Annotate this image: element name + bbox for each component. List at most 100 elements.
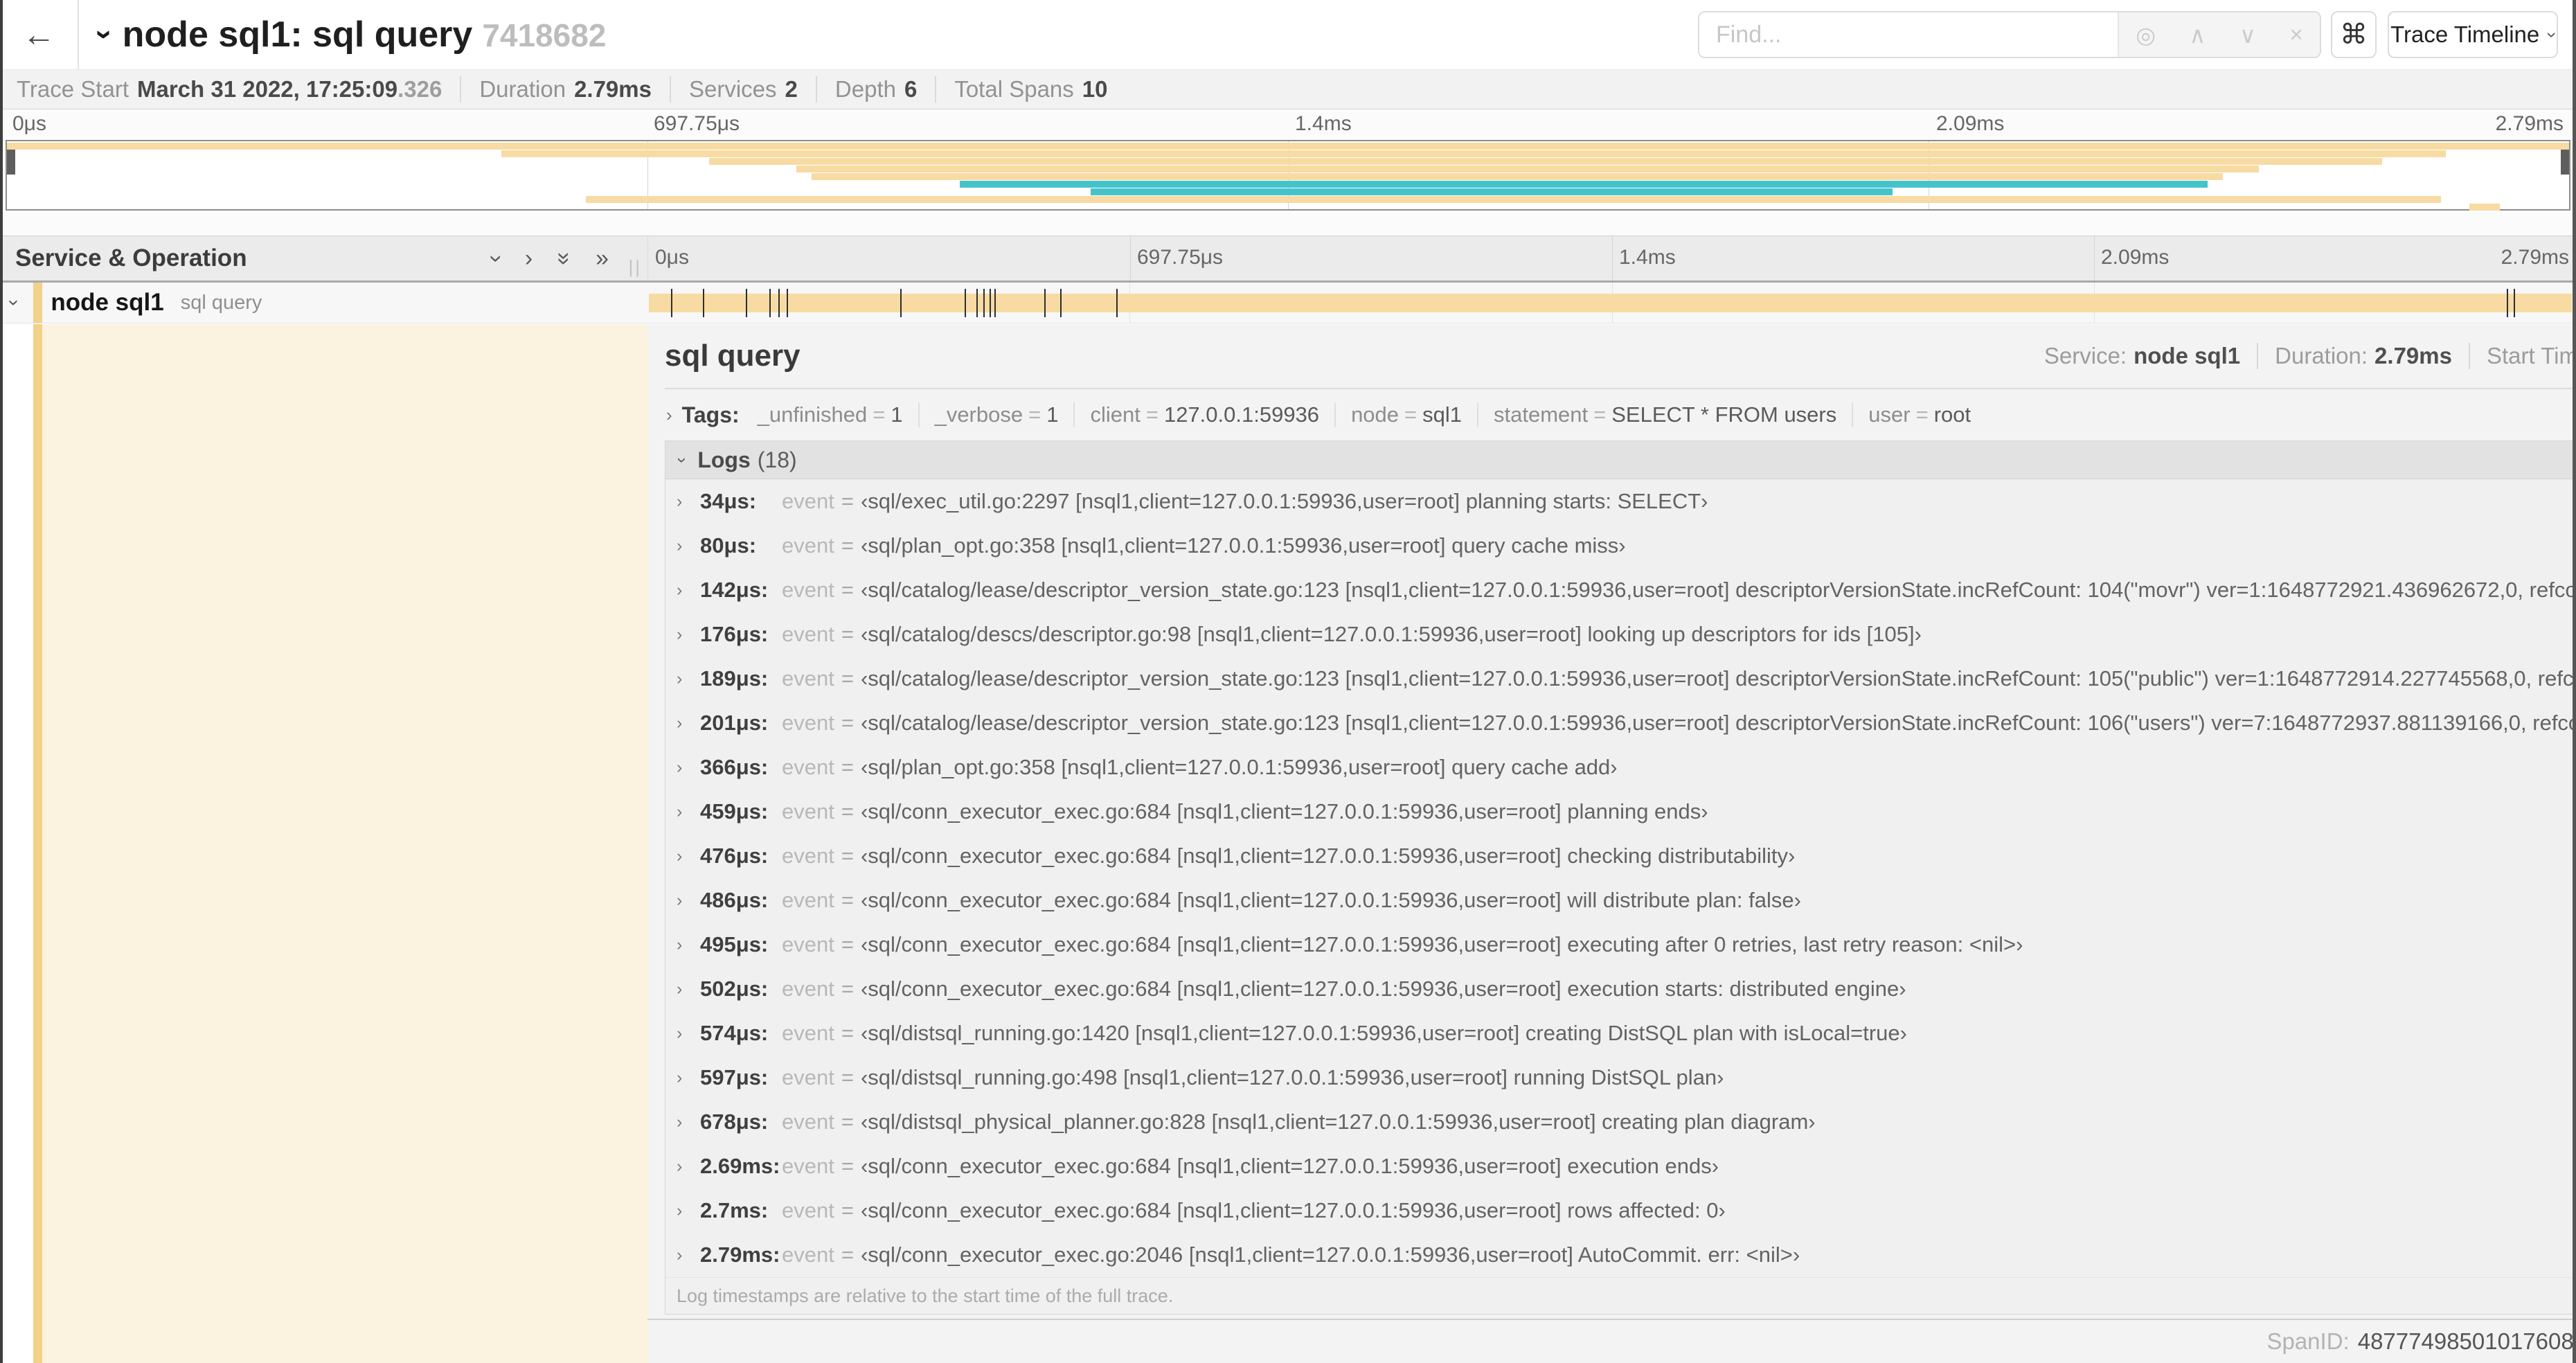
log-marker-tick <box>1044 289 1046 317</box>
log-row[interactable]: › 142μs: event = ‹sql/catalog/lease/desc… <box>665 568 2576 612</box>
meta-value: March 31 2022, 17:25:09.326 <box>137 76 442 102</box>
log-row[interactable]: › 189μs: event = ‹sql/catalog/lease/desc… <box>665 657 2576 701</box>
trace-collapse-chevron-icon[interactable]: › <box>87 30 122 40</box>
ruler-tick-label: 697.75μs <box>1137 246 1224 269</box>
span-collapse-chevron-icon[interactable]: › <box>3 299 26 305</box>
minimap-span-bar <box>811 173 2224 180</box>
minimap-canvas[interactable] <box>6 140 2570 211</box>
log-timestamp: 80μs: <box>700 533 757 558</box>
meta-label: Duration <box>479 76 566 102</box>
log-row[interactable]: › 502μs: event = ‹sql/conn_executor_exec… <box>665 967 2576 1011</box>
back-button[interactable]: ← <box>0 0 79 69</box>
chevron-right-icon: › <box>666 404 672 425</box>
log-timestamp: 34μs: <box>700 489 757 513</box>
log-equals: = <box>841 533 854 558</box>
log-field-key: event <box>782 1065 834 1089</box>
log-field-value: ‹sql/conn_executor_exec.go:684 [nsql1,cl… <box>860 799 1708 823</box>
minimap-span-bar <box>796 166 2260 172</box>
log-field-value: ‹sql/exec_util.go:2297 [nsql1,client=127… <box>860 489 1708 513</box>
log-row[interactable]: › 574μs: event = ‹sql/distsql_running.go… <box>665 1011 2576 1055</box>
log-equals: = <box>841 1154 854 1178</box>
log-row[interactable]: › 2.7ms: event = ‹sql/conn_executor_exec… <box>665 1188 2576 1233</box>
span-summary-item: Start Time:0μs <box>2468 343 2576 369</box>
logs-section: › Logs (18) › 34μs: event = ‹sql/exec_ut… <box>665 440 2576 1315</box>
find-input[interactable] <box>1699 12 2118 57</box>
collapse-all-icon[interactable]: » <box>551 252 578 265</box>
span-row[interactable]: › node sql1 sql query <box>0 283 2576 323</box>
log-row[interactable]: › 2.79ms: event = ‹sql/conn_executor_exe… <box>665 1233 2576 1277</box>
ruler-tick-label: 2.09ms <box>1936 112 2005 135</box>
log-timestamp: 476μs: <box>700 844 769 868</box>
chevron-right-icon: › <box>677 846 683 866</box>
meta-label: Services <box>689 76 777 102</box>
span-summary: Service: node sql1 Duration: 2.79ms Start … <box>2028 343 2576 369</box>
chevron-right-icon: › <box>677 979 683 999</box>
top-bar: ← › node sql1: sql query7418682 ◎ ∧ ∨ × … <box>0 0 2576 69</box>
log-field-key: event <box>782 888 834 912</box>
log-equals: = <box>841 489 854 513</box>
log-row[interactable]: › 80μs: event = ‹sql/plan_opt.go:358 [ns… <box>665 524 2576 568</box>
span-timeline-cell[interactable] <box>647 283 2576 323</box>
log-marker-tick <box>1116 289 1118 317</box>
column-resize-grip[interactable]: || <box>628 256 642 278</box>
trace-id: 7418682 <box>482 17 607 53</box>
log-row[interactable]: › 486μs: event = ‹sql/conn_executor_exec… <box>665 878 2576 923</box>
logs-count: (18) <box>757 447 797 472</box>
collapse-one-icon[interactable]: › <box>483 254 510 262</box>
log-row[interactable]: › 176μs: event = ‹sql/catalog/descs/desc… <box>665 612 2576 657</box>
log-field-value: ‹sql/conn_executor_exec.go:684 [nsql1,cl… <box>860 844 1796 868</box>
tag-item: node = sql1 <box>1334 402 1477 427</box>
log-field-key: event <box>782 755 834 779</box>
trace-meta-item: Services 2 <box>670 76 816 103</box>
command-icon: ⌘ <box>2340 19 2368 50</box>
log-timestamp: 201μs: <box>700 711 769 735</box>
log-row[interactable]: › 34μs: event = ‹sql/exec_util.go:2297 [… <box>665 479 2576 524</box>
trace-view-dropdown[interactable]: Trace Timeline › <box>2388 11 2563 58</box>
log-equals: = <box>841 1110 854 1134</box>
log-row[interactable]: › 597μs: event = ‹sql/distsql_running.go… <box>665 1055 2576 1100</box>
ruler-tick-label: 2.09ms <box>2101 246 2170 269</box>
keyboard-shortcuts-button[interactable]: ⌘ <box>2331 11 2377 58</box>
tags-list: _unfinished = 1 _verbose = 1 client = 127.0.0.… <box>742 402 1986 427</box>
log-row[interactable]: › 476μs: event = ‹sql/conn_executor_exec… <box>665 834 2576 878</box>
jaeger-trace-page: ← › node sql1: sql query7418682 ◎ ∧ ∨ × … <box>0 0 2576 1363</box>
find-prev-icon[interactable]: ∧ <box>2189 21 2206 48</box>
log-row[interactable]: › 459μs: event = ‹sql/conn_executor_exec… <box>665 790 2576 834</box>
span-summary-item: Service: node sql1 <box>2043 343 2241 368</box>
log-row[interactable]: › 201μs: event = ‹sql/catalog/lease/desc… <box>665 701 2576 745</box>
find-next-icon[interactable]: ∨ <box>2239 21 2256 48</box>
find-clear-icon[interactable]: × <box>2289 21 2302 48</box>
tags-row[interactable]: › Tags: _unfinished = 1 _verbose = 1 client =… <box>665 389 2576 440</box>
log-row[interactable]: › 366μs: event = ‹sql/plan_opt.go:358 [n… <box>665 745 2576 790</box>
locate-icon[interactable]: ◎ <box>2136 21 2156 48</box>
log-marker-tick <box>769 289 771 317</box>
log-field-value: ‹sql/conn_executor_exec.go:2046 [nsql1,c… <box>860 1242 1800 1267</box>
window-left-edge <box>0 0 3 1363</box>
expand-all-icon[interactable]: » <box>596 245 609 272</box>
minimap-time-labels: 0μs 697.75μs 1.4ms 2.09ms 2.79ms <box>6 112 2570 140</box>
log-marker-tick <box>778 289 780 317</box>
log-field-key: event <box>782 666 834 691</box>
chevron-right-icon: › <box>677 1023 683 1043</box>
log-field-key: event <box>782 1110 834 1134</box>
log-field-key: event <box>782 1021 834 1045</box>
logs-list: › 34μs: event = ‹sql/exec_util.go:2297 [… <box>665 479 2576 1277</box>
log-row[interactable]: › 678μs: event = ‹sql/distsql_physical_p… <box>665 1100 2576 1144</box>
span-operation-title: sql query <box>665 339 800 373</box>
chevron-down-icon: › <box>672 456 692 463</box>
minimap-span-bar <box>2469 204 2501 211</box>
expand-one-icon[interactable]: › <box>525 245 533 272</box>
log-equals: = <box>841 711 854 735</box>
arrow-left-icon: ← <box>22 16 55 53</box>
trace-meta-item: Depth 6 <box>815 76 935 103</box>
chevron-down-icon: › <box>2542 31 2564 38</box>
span-duration-bar[interactable] <box>649 294 2572 312</box>
meta-label: Depth <box>834 76 896 102</box>
log-timestamp: 678μs: <box>700 1110 769 1134</box>
trace-meta-bar: Trace Start March 31 2022, 17:25:09.326 … <box>0 69 2576 109</box>
log-row[interactable]: › 2.69ms: event = ‹sql/conn_executor_exe… <box>665 1144 2576 1188</box>
log-row[interactable]: › 495μs: event = ‹sql/conn_executor_exec… <box>665 923 2576 967</box>
logs-header[interactable]: › Logs (18) <box>665 441 2576 479</box>
log-field-key: event <box>782 1242 834 1267</box>
ruler-tick-label: 0μs <box>12 112 46 135</box>
